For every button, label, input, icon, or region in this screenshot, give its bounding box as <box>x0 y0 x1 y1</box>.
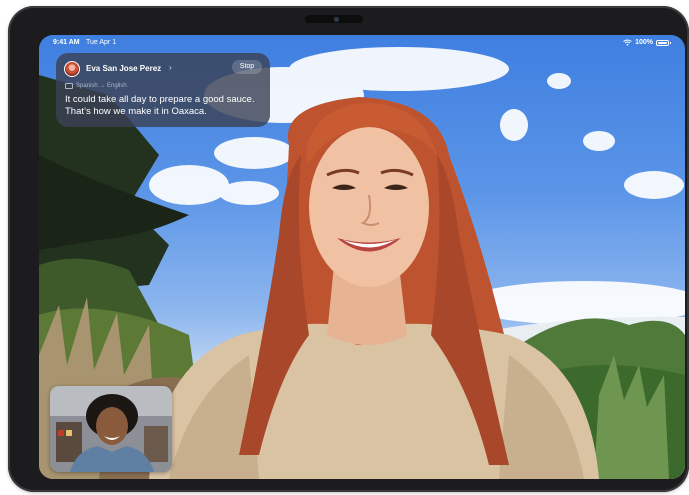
battery-percent: 100% <box>635 39 653 46</box>
translated-message: It could take all day to prepare a good … <box>65 94 255 117</box>
status-time: 9:41 AM <box>53 39 80 46</box>
chevron-right-icon[interactable]: › <box>169 63 172 72</box>
front-camera-icon <box>334 17 339 22</box>
language-pair: Spanish → English <box>65 83 127 89</box>
wifi-icon <box>623 39 632 46</box>
status-bar: 9:41 AM Tue Apr 1 100% <box>39 35 685 51</box>
language-pair-label: Spanish → English <box>76 83 127 89</box>
face <box>309 127 429 287</box>
translate-icon <box>65 83 73 89</box>
self-view-video <box>50 386 172 472</box>
ipad-frame: 9:41 AM Tue Apr 1 100% Eva San Jose Pere… <box>8 6 689 492</box>
status-indicators: 100% <box>623 39 671 46</box>
caller-name[interactable]: Eva San Jose Perez <box>86 64 161 73</box>
status-date: Tue Apr 1 <box>86 39 117 46</box>
battery-icon <box>656 39 671 46</box>
caller-avatar <box>64 61 80 77</box>
facetime-screen: 9:41 AM Tue Apr 1 100% Eva San Jose Pere… <box>39 35 685 479</box>
self-view-pip[interactable] <box>50 386 172 472</box>
live-translation-banner[interactable]: Eva San Jose Perez › Stop Spanish → Engl… <box>56 53 270 127</box>
stop-button[interactable]: Stop <box>232 60 262 74</box>
